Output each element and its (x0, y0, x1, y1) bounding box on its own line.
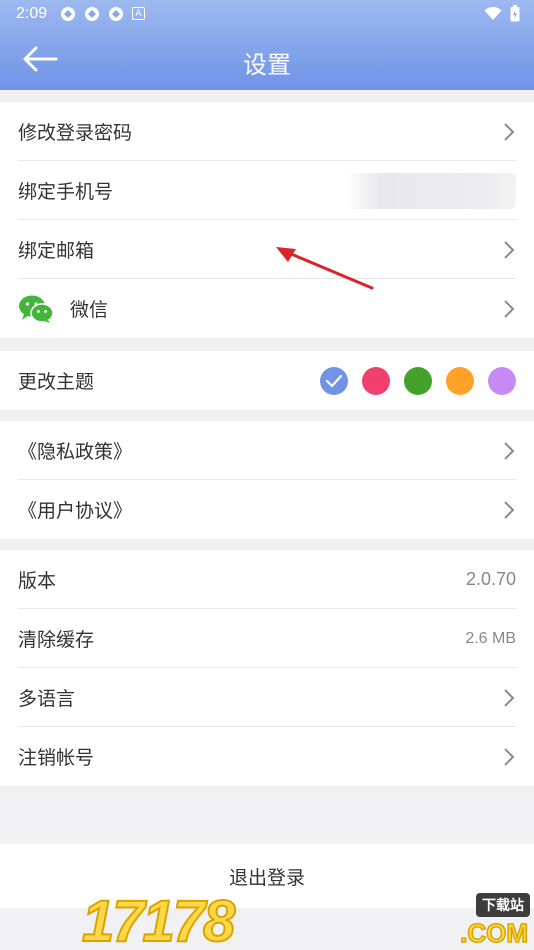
theme-swatch-4[interactable] (488, 366, 516, 395)
chevron-right-icon (504, 240, 515, 259)
notification-a-icon: A (132, 7, 145, 20)
chevron-right-icon (504, 441, 515, 460)
clear-cache-row[interactable]: 清除缓存 2.6 MB (0, 609, 534, 668)
user-agreement-label: 《用户协议》 (18, 500, 133, 522)
logout-button[interactable]: 退出登录 (0, 844, 534, 908)
delete-account-label: 注销帐号 (18, 747, 95, 769)
delete-account-row[interactable]: 注销帐号 (0, 727, 534, 786)
theme-section: 更改主题 (0, 351, 534, 410)
notification-app-icon (109, 7, 123, 21)
version-row: 版本 2.0.70 (0, 550, 534, 609)
chevron-right-icon (504, 688, 515, 707)
chevron-right-icon (504, 122, 515, 141)
status-bar: 2:09 A (0, 0, 534, 28)
watermark-logo: 17178 (81, 888, 236, 950)
wechat-label: 微信 (70, 299, 109, 321)
clear-cache-label: 清除缓存 (18, 629, 95, 651)
page-title: 设置 (243, 51, 291, 79)
check-icon (325, 374, 343, 387)
watermark-com: .COM (459, 917, 528, 949)
privacy-policy-label: 《隐私政策》 (18, 441, 133, 463)
language-row[interactable]: 多语言 (0, 668, 534, 727)
theme-row: 更改主题 (0, 351, 534, 410)
status-right-icons (484, 5, 520, 22)
theme-label: 更改主题 (18, 371, 95, 393)
bind-email-label: 绑定邮箱 (18, 240, 95, 262)
phone-number-blurred (346, 172, 516, 209)
bind-email-row[interactable]: 绑定邮箱 (0, 220, 534, 279)
status-time: 2:09 (16, 5, 48, 22)
legal-section: 《隐私政策》 《用户协议》 (0, 421, 534, 539)
user-agreement-row[interactable]: 《用户协议》 (0, 480, 534, 539)
app-header: 2:09 A 设置 (0, 0, 534, 90)
wechat-row[interactable]: 微信 (0, 279, 534, 338)
theme-swatch-2[interactable] (404, 366, 432, 395)
version-label: 版本 (18, 570, 57, 592)
theme-swatch-3[interactable] (446, 366, 474, 395)
theme-swatch-0[interactable] (320, 366, 348, 395)
wifi-icon (484, 6, 502, 20)
theme-swatches (320, 366, 516, 395)
chevron-right-icon (504, 747, 515, 766)
change-password-row[interactable]: 修改登录密码 (0, 102, 534, 161)
watermark-badge: 下载站 (476, 893, 530, 917)
privacy-policy-row[interactable]: 《隐私政策》 (0, 421, 534, 480)
notification-app-icon (85, 7, 99, 21)
chevron-right-icon (504, 500, 515, 519)
version-value: 2.0.70 (465, 569, 516, 589)
theme-swatch-1[interactable] (362, 366, 390, 395)
bind-phone-row[interactable]: 绑定手机号 (0, 161, 534, 220)
app-section: 版本 2.0.70 清除缓存 2.6 MB 多语言 注销帐号 (0, 550, 534, 786)
notification-app-icon (61, 7, 75, 21)
account-section: 修改登录密码 绑定手机号 绑定邮箱 微信 (0, 102, 534, 338)
status-notification-icons: A (60, 6, 145, 22)
cache-size-value: 2.6 MB (465, 629, 516, 647)
language-label: 多语言 (18, 688, 76, 710)
bind-phone-label: 绑定手机号 (18, 181, 114, 203)
wechat-icon (19, 295, 54, 323)
change-password-label: 修改登录密码 (18, 122, 133, 144)
battery-icon (510, 5, 520, 22)
chevron-right-icon (504, 299, 515, 318)
